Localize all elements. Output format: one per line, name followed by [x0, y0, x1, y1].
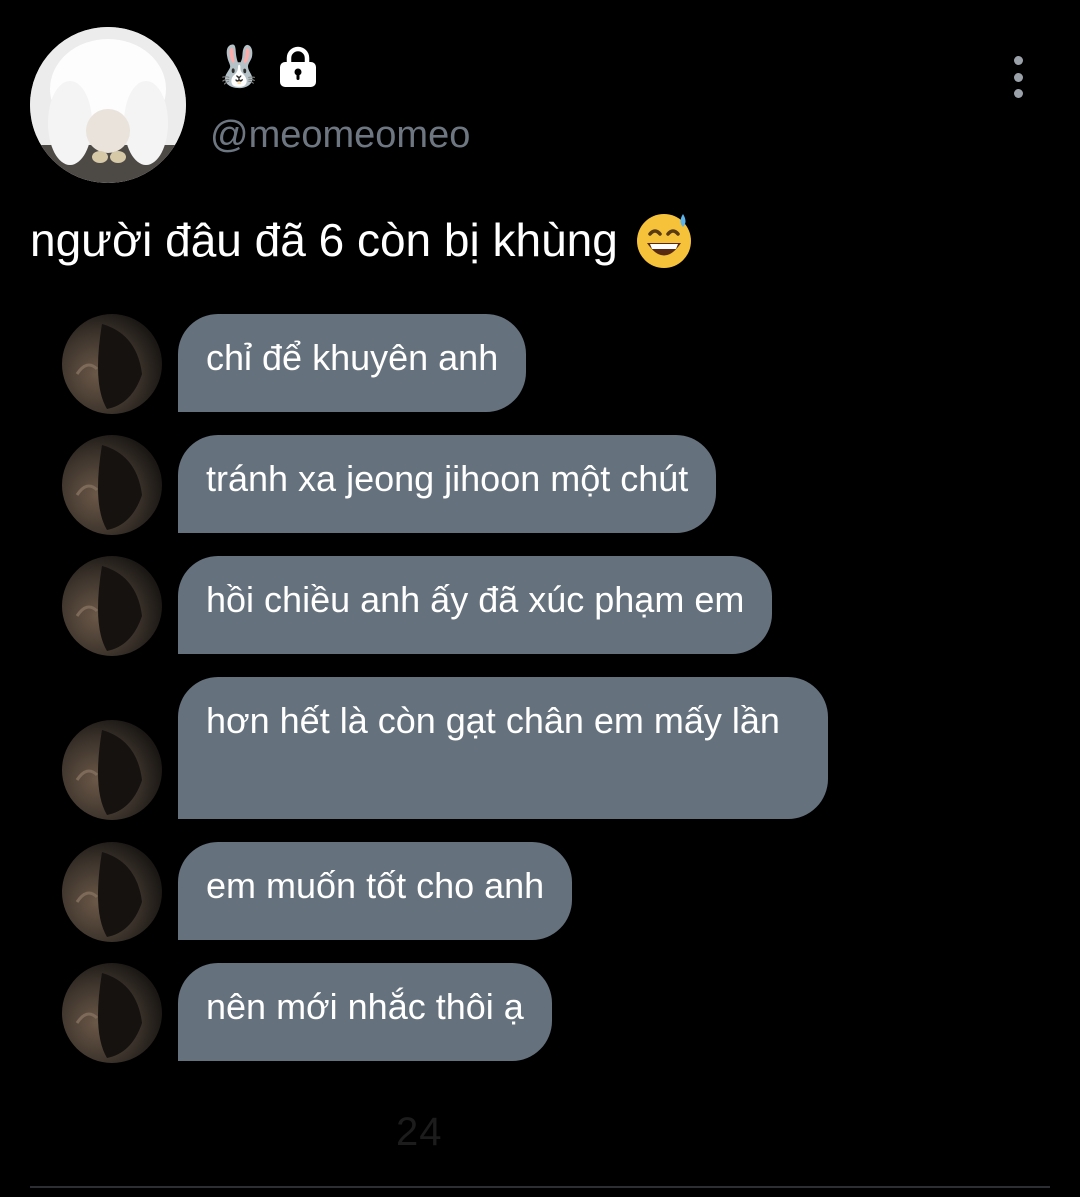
message-text: hơn hết là còn gạt chân em mấy lần	[206, 700, 780, 741]
tweet-text: người đâu đã 6 còn bị khùng	[30, 208, 694, 272]
message-bubble: em muốn tốt cho anh	[178, 842, 573, 940]
message-bubble: chỉ để khuyên anh	[178, 314, 527, 412]
message-bubble: tránh xa jeong jihoon một chút	[178, 435, 717, 533]
author-avatar[interactable]	[30, 27, 186, 183]
grinning-face-with-sweat-icon	[634, 210, 694, 270]
message-text: hồi chiều anh ấy đã xúc phạm em	[206, 579, 745, 620]
message-text: tránh xa jeong jihoon một chút	[206, 458, 689, 499]
divider	[30, 1186, 1050, 1188]
lock-icon	[278, 46, 318, 88]
message-text: nên mới nhắc thôi ạ	[206, 986, 524, 1027]
more-dot-icon	[1013, 89, 1023, 98]
more-dot-icon	[1013, 72, 1023, 82]
sender-avatar[interactable]	[62, 556, 162, 656]
sender-avatar[interactable]	[62, 842, 162, 942]
sender-avatar[interactable]	[62, 963, 162, 1063]
message-bubble: hồi chiều anh ấy đã xúc phạm em	[178, 556, 773, 654]
author-handle[interactable]: @meomeomeo	[210, 112, 470, 158]
tweet-timestamp: 24	[396, 1110, 443, 1154]
sender-avatar[interactable]	[62, 435, 162, 535]
message-text: em muốn tốt cho anh	[206, 865, 545, 906]
sender-avatar[interactable]	[62, 720, 162, 820]
more-options-button[interactable]	[998, 56, 1038, 98]
sender-avatar[interactable]	[62, 314, 162, 414]
rabbit-avatar-image	[30, 27, 186, 183]
message-text: chỉ để khuyên anh	[206, 337, 499, 378]
message-bubble: hơn hết là còn gạt chân em mấy lần	[178, 677, 828, 819]
message-bubble: nên mới nhắc thôi ạ	[178, 963, 552, 1061]
tweet-body: người đâu đã 6 còn bị khùng	[30, 214, 618, 266]
more-dot-icon	[1013, 56, 1023, 65]
author-name-row: 🐰	[214, 42, 318, 92]
rabbit-face-icon: 🐰	[214, 44, 264, 90]
